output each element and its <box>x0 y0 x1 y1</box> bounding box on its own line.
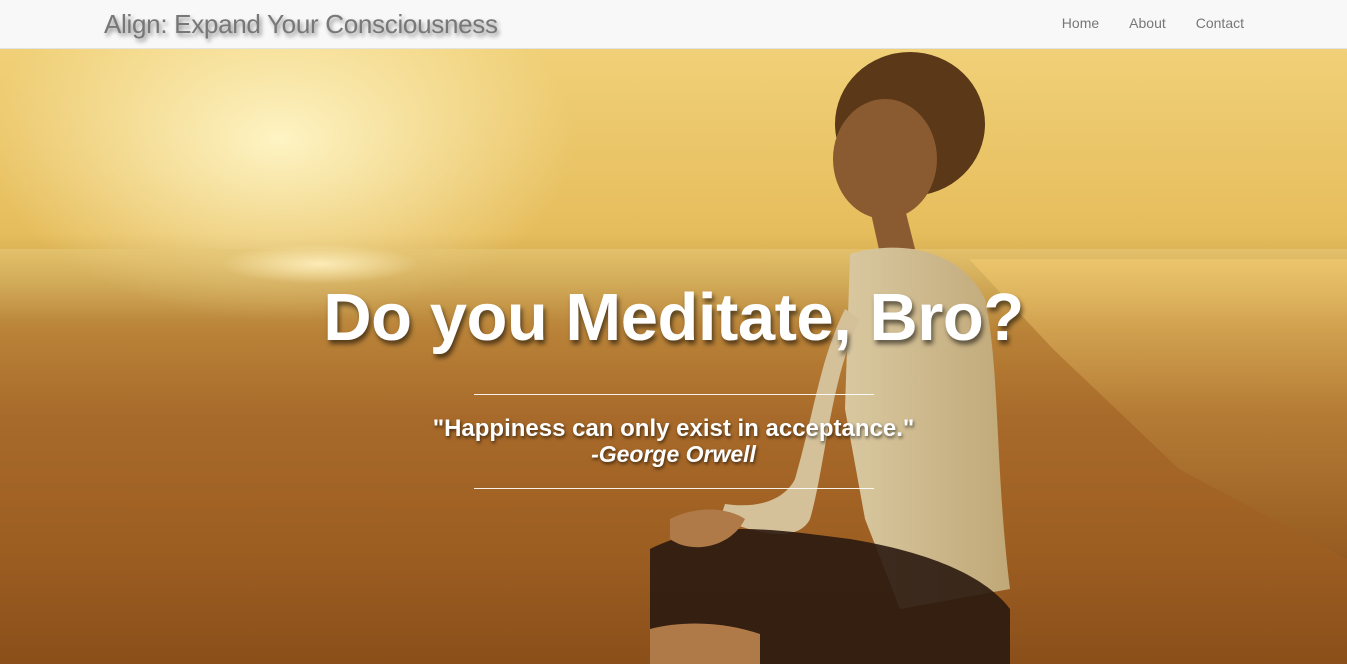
quote-text: "Happiness can only exist in acceptance.… <box>432 415 915 442</box>
nav-links: Home About Contact <box>1062 15 1244 31</box>
top-divider <box>474 394 874 395</box>
nav-home-link[interactable]: Home <box>1062 15 1099 31</box>
hero-headline: Do you Meditate, Bro? <box>323 280 1024 355</box>
brand-link[interactable]: Align: Expand Your Consciousness <box>104 9 498 40</box>
nav-about-link[interactable]: About <box>1129 15 1166 31</box>
bottom-divider <box>474 488 874 489</box>
hero-content: Do you Meditate, Bro? "Happiness can onl… <box>0 49 1347 664</box>
nav-contact-link[interactable]: Contact <box>1196 15 1244 31</box>
top-navbar: Align: Expand Your Consciousness Home Ab… <box>0 0 1347 49</box>
quote-author: -George Orwell <box>591 441 756 467</box>
